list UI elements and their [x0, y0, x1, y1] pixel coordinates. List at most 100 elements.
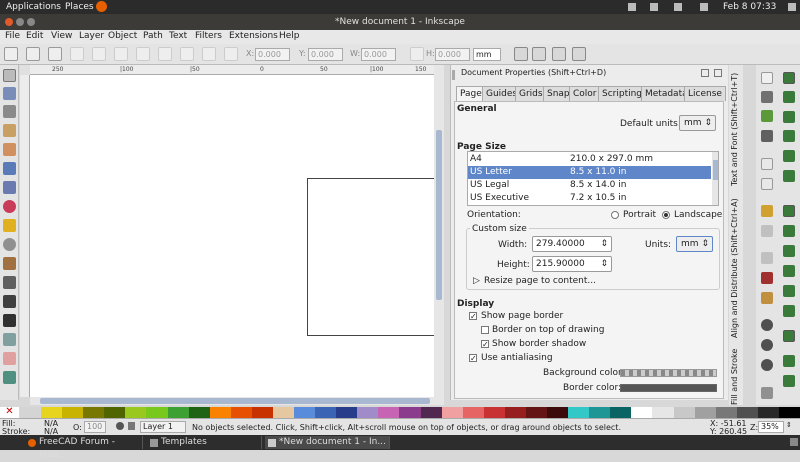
vertical-ruler[interactable]	[20, 75, 30, 397]
node-tool-icon[interactable]	[3, 87, 16, 100]
snap-page-icon[interactable]	[783, 330, 795, 342]
taskbar-item[interactable]: Templates	[147, 436, 262, 449]
color-swatch[interactable]	[83, 407, 106, 418]
color-swatch[interactable]	[336, 407, 359, 418]
layer-select[interactable]: Layer 1	[140, 421, 186, 433]
tab-grids[interactable]: Grids	[515, 86, 547, 101]
keyboard-icon[interactable]	[650, 3, 658, 11]
color-swatch[interactable]	[230, 407, 253, 418]
select-all-icon[interactable]	[4, 47, 18, 61]
minimize-icon[interactable]	[16, 18, 24, 26]
network-icon[interactable]	[674, 3, 682, 11]
scale-stroke-icon[interactable]	[514, 47, 528, 61]
antialiasing-checkbox[interactable]: ✓	[469, 354, 477, 363]
color-swatch[interactable]	[504, 407, 527, 418]
portrait-label[interactable]: Portrait	[623, 210, 656, 220]
list-scroll-thumb[interactable]	[713, 160, 718, 180]
menu-path[interactable]: Path	[143, 31, 163, 41]
redo-icon[interactable]	[761, 225, 773, 237]
snap-bbox-icon[interactable]	[783, 91, 795, 103]
workspace-switcher-icon[interactable]	[790, 438, 798, 446]
volume-icon[interactable]	[700, 3, 708, 11]
paint-bucket-tool-icon[interactable]	[3, 371, 16, 384]
eraser-tool-icon[interactable]	[3, 352, 16, 365]
color-swatch[interactable]	[41, 407, 64, 418]
no-paint-swatch[interactable]: ✕	[0, 407, 19, 418]
transform-gradients-icon[interactable]	[552, 47, 566, 61]
print-icon[interactable]	[761, 130, 773, 142]
color-swatch[interactable]	[188, 407, 211, 418]
snap-bbox-center-icon[interactable]	[783, 170, 795, 182]
dock-close-icon[interactable]	[714, 69, 722, 77]
tweak-tool-icon[interactable]	[3, 105, 16, 118]
color-swatch[interactable]	[357, 407, 380, 418]
color-swatch[interactable]	[420, 407, 443, 418]
color-swatch[interactable]	[631, 407, 654, 418]
zoom-page-icon[interactable]	[761, 359, 773, 371]
color-swatch[interactable]	[20, 407, 42, 418]
taskbar-item-active[interactable]: *New document 1 - In...	[265, 436, 390, 449]
calligraphy-tool-icon[interactable]	[3, 295, 16, 308]
spin-arrows-icon[interactable]: ⇕	[600, 257, 608, 271]
flip-vertical-icon[interactable]	[136, 47, 150, 61]
color-swatch[interactable]	[125, 407, 148, 418]
color-swatch[interactable]	[757, 407, 780, 418]
color-swatch[interactable]	[167, 407, 190, 418]
power-icon[interactable]	[788, 3, 796, 11]
tab-license[interactable]: License	[684, 86, 726, 101]
color-swatch[interactable]	[673, 407, 696, 418]
lock-icon[interactable]	[410, 47, 424, 61]
color-swatch[interactable]	[589, 407, 612, 418]
places-menu[interactable]: Places	[65, 2, 94, 12]
color-swatch[interactable]	[378, 407, 401, 418]
pen-tool-icon[interactable]	[3, 276, 16, 289]
resize-to-content-expander[interactable]: Resize page to content...	[484, 276, 596, 286]
color-swatch[interactable]	[715, 407, 738, 418]
text-and-font-tab[interactable]: Text and Font (Shift+Ctrl+T)	[730, 70, 742, 188]
menu-extensions[interactable]: Extensions	[229, 31, 278, 41]
layer-visibility-icon[interactable]	[116, 422, 124, 430]
close-icon[interactable]	[5, 18, 13, 26]
raise-icon[interactable]	[180, 47, 194, 61]
zoom-input[interactable]: 35%	[758, 421, 784, 433]
save-icon[interactable]	[761, 110, 773, 122]
snap-bbox-corner-icon[interactable]	[783, 130, 795, 142]
landscape-label[interactable]: Landscape	[674, 210, 722, 220]
snap-bbox-midpoint-icon[interactable]	[783, 150, 795, 162]
list-item[interactable]: US Executive 7.2 x 10.5 in	[468, 192, 711, 205]
opacity-input[interactable]: 100	[84, 421, 106, 433]
duplicate-icon[interactable]	[761, 387, 773, 399]
w-input[interactable]: 0.000	[361, 48, 396, 61]
color-swatch[interactable]	[736, 407, 759, 418]
border-shadow-label[interactable]: Show border shadow	[492, 339, 586, 349]
color-swatch[interactable]	[294, 407, 317, 418]
menu-edit[interactable]: Edit	[26, 31, 43, 41]
vertical-scrollbar[interactable]	[434, 65, 444, 397]
selector-tool-icon[interactable]	[3, 69, 16, 82]
color-swatch[interactable]	[146, 407, 169, 418]
color-swatch[interactable]	[652, 407, 675, 418]
snap-midpoint-icon[interactable]	[783, 305, 795, 317]
border-on-top-label[interactable]: Border on top of drawing	[492, 325, 604, 335]
copy-icon[interactable]	[761, 252, 773, 264]
dock-iconify-icon[interactable]	[701, 69, 709, 77]
rectangle-tool-icon[interactable]	[3, 162, 16, 175]
color-swatch[interactable]	[610, 407, 633, 418]
border-shadow-checkbox[interactable]: ✓	[481, 340, 489, 349]
measure-tool-icon[interactable]	[3, 143, 16, 156]
transform-patterns-icon[interactable]	[572, 47, 586, 61]
snap-nodes-icon[interactable]	[783, 205, 795, 217]
applications-menu[interactable]: Applications	[6, 2, 61, 12]
maximize-icon[interactable]	[27, 18, 35, 26]
zoom-tool-icon[interactable]	[3, 124, 16, 137]
snap-bbox-edge-icon[interactable]	[783, 111, 795, 123]
color-swatch[interactable]	[251, 407, 274, 418]
color-swatch[interactable]	[399, 407, 422, 418]
menu-object[interactable]: Object	[108, 31, 137, 41]
rotate-cw-icon[interactable]	[92, 47, 106, 61]
firefox-icon[interactable]	[96, 1, 107, 12]
color-swatch[interactable]	[568, 407, 591, 418]
show-border-checkbox[interactable]: ✓	[469, 312, 477, 321]
raise-to-top-icon[interactable]	[158, 47, 172, 61]
default-units-select[interactable]: mm ⇕	[679, 115, 716, 131]
